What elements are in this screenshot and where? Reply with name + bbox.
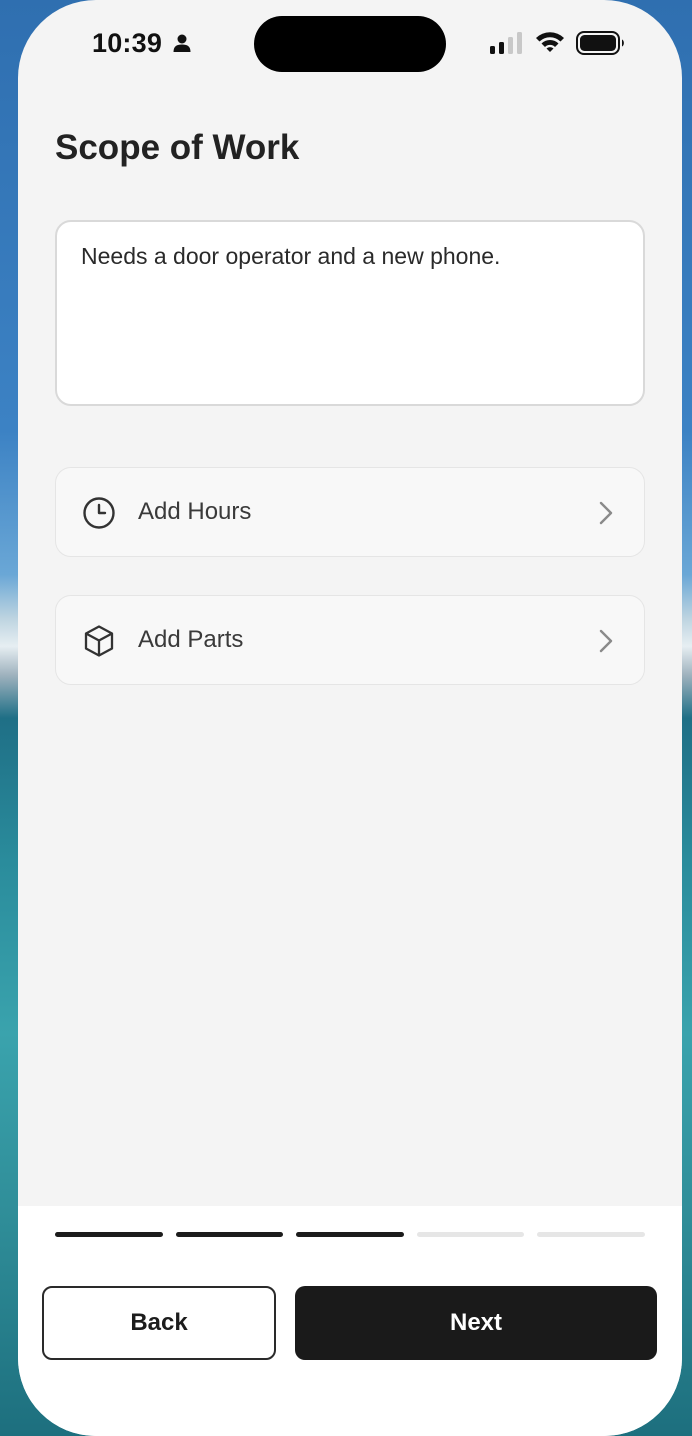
progress-segment <box>537 1232 645 1237</box>
progress-segment <box>296 1232 404 1237</box>
page-title: Scope of Work <box>55 128 300 167</box>
person-icon <box>173 34 191 52</box>
status-bar: 10:39 <box>18 0 682 90</box>
back-button[interactable]: Back <box>42 1286 276 1360</box>
scope-of-work-input[interactable]: Needs a door operator and a new phone. <box>55 220 645 406</box>
next-button[interactable]: Next <box>295 1286 657 1360</box>
dynamic-island <box>254 16 446 72</box>
box-icon <box>84 625 114 657</box>
step-progress <box>55 1232 645 1238</box>
battery-icon <box>576 31 624 55</box>
signal-icon <box>490 32 522 54</box>
progress-segment <box>175 1232 284 1237</box>
status-time: 10:39 <box>92 28 163 58</box>
clock-icon <box>83 497 115 529</box>
chevron-right-icon <box>599 629 613 653</box>
wifi-icon <box>536 32 564 52</box>
progress-segment <box>55 1232 163 1237</box>
chevron-right-icon <box>599 501 613 525</box>
footer-bar: Back Next <box>18 1206 682 1436</box>
phone-screen: 10:39 Scope of Work Needs a door operato… <box>18 0 682 1436</box>
progress-segment <box>416 1232 525 1237</box>
add-parts-label: Add Parts <box>138 626 244 653</box>
add-parts-button[interactable]: Add Parts <box>55 595 645 685</box>
add-hours-button[interactable]: Add Hours <box>55 467 645 557</box>
add-hours-label: Add Hours <box>138 498 252 525</box>
